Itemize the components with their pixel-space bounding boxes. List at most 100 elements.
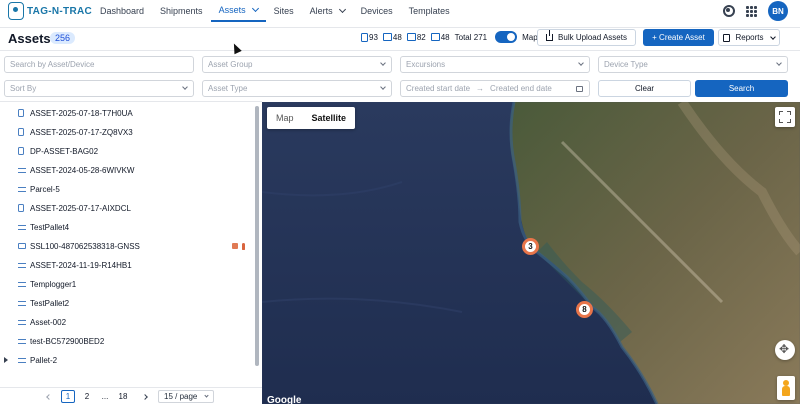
google-attribution: Google [267,395,302,404]
tab-map[interactable]: Map [267,107,303,129]
nav-devices[interactable]: Devices [353,0,401,22]
tracker-icon [361,32,368,42]
nav-alerts[interactable]: Alerts [302,0,353,22]
logo-text: TAG-N-TRAC [27,5,93,17]
list-item[interactable]: ASSET-2024-11-19-R14HB1 [0,256,250,275]
pallet-icon [18,338,26,345]
start-date-placeholder[interactable]: Created start date [406,84,470,93]
pallet-icon [18,319,26,326]
list-item-label: Pallet-2 [30,356,58,365]
map-pan-control[interactable] [775,340,795,360]
filters-bar: Search by Asset/Device Asset Group Excur… [0,50,800,100]
tab-satellite[interactable]: Satellite [303,107,356,129]
chevron-down-icon [380,60,386,66]
asset-count-badge: 256 [50,32,76,44]
prev-page-button[interactable] [44,390,54,403]
avatar[interactable]: BN [768,1,788,21]
clear-button[interactable]: Clear [598,80,691,97]
tracker-icon [18,109,24,117]
list-item[interactable]: SSL100-487062538318-GNSS [0,237,250,256]
date-range-picker[interactable]: Created start date → Created end date [400,80,590,97]
device-type-select[interactable]: Device Type [598,56,788,73]
list-item-label: ASSET-2024-05-28-6WIVKW [30,166,135,175]
top-nav: TAG-N-TRAC Dashboard Shipments Assets Si… [0,0,800,26]
end-date-placeholder[interactable]: Created end date [490,84,552,93]
nav-label: Devices [360,6,393,16]
gear-icon[interactable] [723,5,735,17]
reports-button[interactable]: Reports [718,29,780,46]
map-cluster-marker[interactable]: 8 [576,301,593,318]
nav-assets[interactable]: Assets [210,0,266,22]
nav-dashboard[interactable]: Dashboard [92,0,152,22]
search-button[interactable]: Search [695,80,788,97]
nav-right: BN [723,1,788,21]
page-ellipsis[interactable]: ... [98,390,112,403]
pallet-icon [18,262,26,269]
page-18[interactable]: 18 [115,390,131,403]
list-item-label: DP-ASSET-BAG02 [30,147,99,156]
list-item[interactable]: DP-ASSET-BAG02 [0,142,250,161]
list-item[interactable]: ASSET-2025-07-17-ZQ8VX3 [0,123,250,142]
street-view-pegman-icon[interactable] [777,376,795,400]
nav-templates[interactable]: Templates [401,0,458,22]
map-toggle[interactable] [495,31,518,43]
create-asset-label: + Create Asset [652,33,705,42]
fullscreen-button[interactable] [775,107,795,127]
bulk-upload-button[interactable]: Bulk Upload Assets [537,29,636,46]
search-input[interactable]: Search by Asset/Device [4,56,194,73]
excursions-placeholder: Excursions [406,60,446,69]
page-1[interactable]: 1 [61,390,75,403]
map-view[interactable]: Map Satellite 3 8 Google [262,102,800,404]
search-label: Search [728,84,755,93]
nav-label: Alerts [309,6,333,16]
expand-caret-icon[interactable] [4,357,8,363]
sort-by-select[interactable]: Sort By [4,80,194,97]
nav-label: Sites [273,6,294,16]
pallet-icon [18,357,26,364]
map-cluster-marker[interactable]: 3 [522,238,539,255]
list-item[interactable]: Pallet-2 [0,351,250,370]
nav-label: Assets [218,5,246,15]
list-item[interactable]: ASSET-2025-07-18-T7H0UA [0,104,250,123]
tracker-icon [18,204,24,212]
main-nav: Dashboard Shipments Assets Sites Alerts … [92,0,458,26]
list-item[interactable]: TestPallet2 [0,294,250,313]
asset-type-select[interactable]: Asset Type [202,80,392,97]
nav-sites[interactable]: Sites [266,0,302,22]
pagination: 1 2 ... 18 15 / page [0,387,262,404]
page-size-value: 15 / page [164,392,198,401]
list-item[interactable]: test-BC572900BED2 [0,332,250,351]
stat-sensors: 48 [382,32,402,42]
chevron-left-icon [46,393,52,400]
list-item[interactable]: TestPallet4 [0,218,250,237]
nav-label: Shipments [160,6,203,16]
chevron-down-icon [204,393,209,398]
stat-pallets: 82 [406,33,426,42]
asset-group-select[interactable]: Asset Group [202,56,392,73]
list-item[interactable]: ASSET-2024-05-28-6WIVKW [0,161,250,180]
app-logo[interactable]: TAG-N-TRAC [8,2,92,20]
list-item[interactable]: Parcel-5 [0,180,250,199]
excursions-select[interactable]: Excursions [400,56,590,73]
page-title: Assets [8,31,51,46]
bulk-upload-label: Bulk Upload Assets [558,33,627,42]
next-page-button[interactable] [140,390,150,403]
list-item[interactable]: Asset-002 [0,313,250,332]
page-size-select[interactable]: 15 / page [158,390,214,403]
apps-grid-icon[interactable] [746,5,757,17]
list-scrollbar[interactable] [255,106,259,366]
stat-value: 48 [392,32,402,42]
list-item-label: Asset-002 [30,318,67,327]
sort-by-placeholder: Sort By [10,84,37,93]
list-item[interactable]: Templogger1 [0,275,250,294]
page-2[interactable]: 2 [80,390,94,403]
nav-shipments[interactable]: Shipments [152,0,211,22]
chevron-down-icon [578,60,584,66]
list-item[interactable]: ASSET-2025-07-17-AIXDCL [0,199,250,218]
pallet-icon [18,300,26,307]
pallet-icon [18,281,26,288]
create-asset-button[interactable]: + Create Asset [643,29,714,46]
list-item-label: ASSET-2024-11-19-R14HB1 [30,261,132,270]
title-row: Assets 256 93 48 82 48 Total 271 Map Bul… [0,27,800,49]
list-item-label: SSL100-487062538318-GNSS [30,242,140,251]
